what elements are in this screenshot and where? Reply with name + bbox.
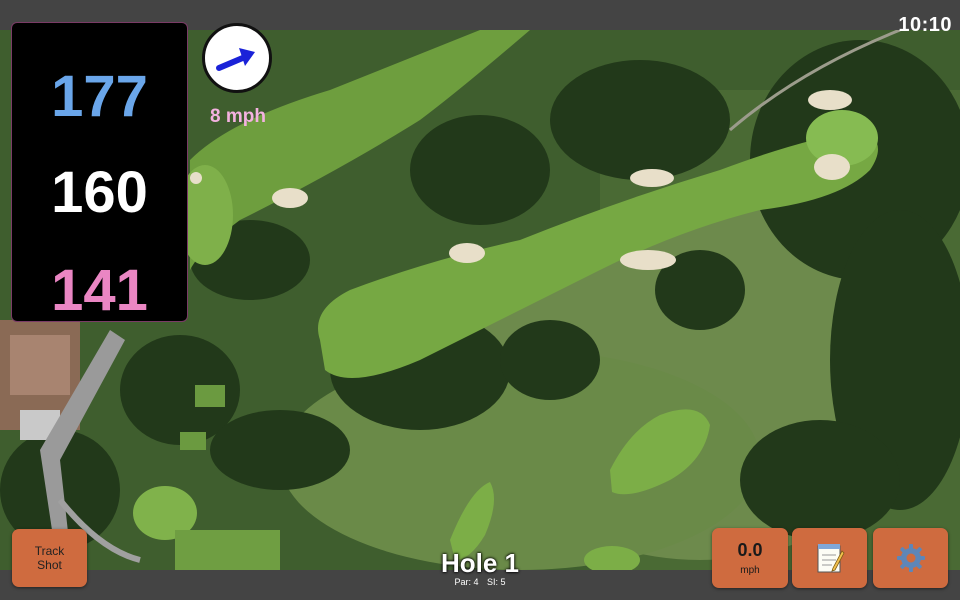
settings-button[interactable] [873,528,948,588]
hole-title: Hole 1 [440,548,520,578]
gear-icon [896,544,925,572]
hole-par: Par: 4 [454,577,479,587]
hole-info: Par: 4 SI: 5 [380,577,580,587]
notepad-icon [817,544,844,573]
wind-arrow-icon [216,48,255,71]
speed-value: 0.0 [737,540,763,560]
distance-middle: 160 [51,160,148,225]
track-shot-label-line1: Track [34,544,65,558]
track-shot-label-line2: Shot [37,558,62,572]
distance-panel: 177 160 141 [11,22,188,322]
distance-front: 141 [51,258,148,323]
wind-speed: 8 mph [210,106,266,127]
hole-stroke-index: SI: 5 [487,577,506,587]
notes-button[interactable] [792,528,867,588]
wind-indicator [202,23,272,93]
distance-back: 177 [51,64,148,129]
speed-unit: mph [740,565,760,576]
speed-button[interactable]: 0.0 mph [712,528,788,588]
status-time: 10:10 [898,14,952,36]
track-shot-button[interactable]: Track Shot [12,529,87,587]
